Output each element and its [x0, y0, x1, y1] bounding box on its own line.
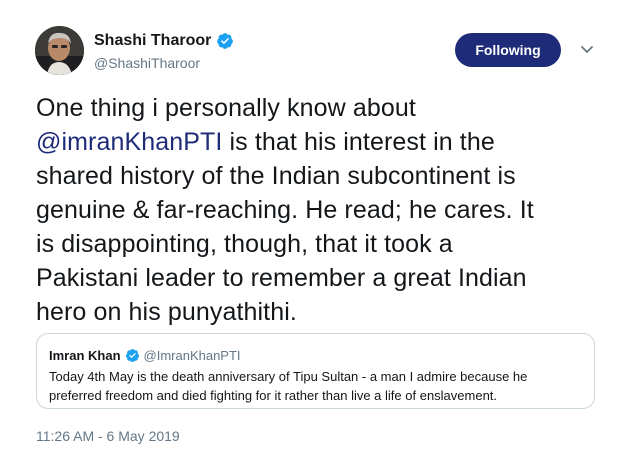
- tweet-text: One thing i personally know about @imran…: [36, 91, 596, 329]
- author-handle[interactable]: @ShashiTharoor: [94, 53, 234, 73]
- tweet-line: is disappointing, though, that it took a: [36, 230, 453, 258]
- author-block: Shashi Tharoor @ShashiTharoor: [94, 30, 234, 73]
- profile-photo-avatar: [35, 26, 84, 75]
- verified-badge-icon: [125, 348, 140, 363]
- quoted-author-name: Imran Khan: [49, 347, 121, 363]
- chevron-down-icon[interactable]: [578, 40, 596, 58]
- tweet-timestamp[interactable]: 11:26 AM - 6 May 2019: [36, 428, 180, 444]
- quoted-tweet-text: Today 4th May is the death anniversary o…: [49, 367, 582, 405]
- tweet-line: shared history of the Indian subcontinen…: [36, 162, 516, 190]
- following-button[interactable]: Following: [455, 33, 561, 67]
- tweet-line: One thing i personally know about: [36, 94, 416, 122]
- tweet-line: Pakistani leader to remember a great Ind…: [36, 264, 527, 292]
- tweet-line-text: is that his interest in the: [222, 128, 495, 156]
- quoted-tweet[interactable]: Imran Khan @ImranKhanPTI Today 4th May i…: [36, 333, 595, 409]
- avatar[interactable]: [35, 26, 84, 75]
- tweet-card: Shashi Tharoor @ShashiTharoor Following …: [0, 0, 625, 450]
- mention-link[interactable]: @imranKhanPTI: [36, 128, 222, 156]
- tweet-line: @imranKhanPTI is that his interest in th…: [36, 125, 596, 159]
- tweet-line: hero on his punyathithi.: [36, 298, 297, 326]
- quoted-tweet-line: Today 4th May is the death anniversary o…: [49, 369, 528, 384]
- quoted-tweet-header: Imran Khan @ImranKhanPTI: [49, 346, 582, 364]
- verified-badge-icon: [216, 32, 234, 50]
- author-display-name[interactable]: Shashi Tharoor: [94, 30, 211, 52]
- quoted-tweet-line: preferred freedom and died fighting for …: [49, 388, 498, 403]
- author-name-row: Shashi Tharoor: [94, 30, 234, 52]
- tweet-line: genuine & far-reaching. He read; he care…: [36, 196, 534, 224]
- quoted-author-handle: @ImranKhanPTI: [143, 347, 241, 363]
